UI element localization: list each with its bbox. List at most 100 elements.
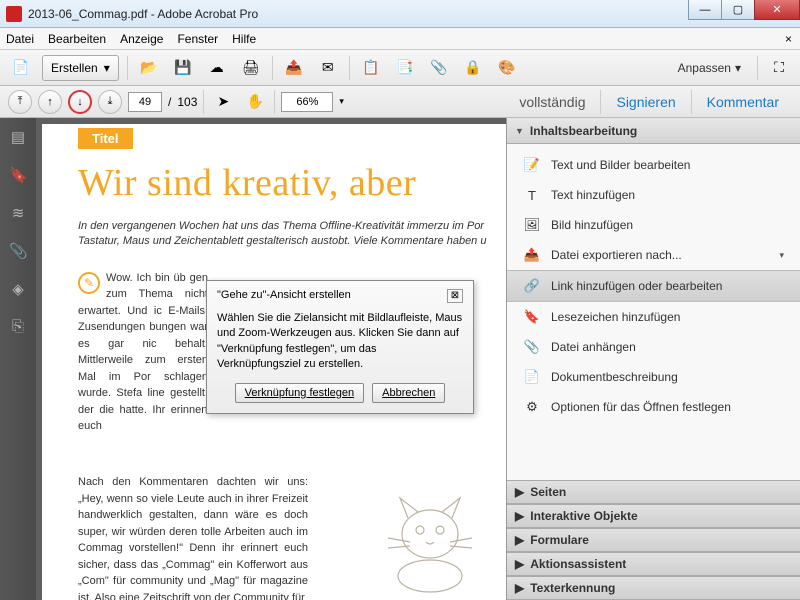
tool-label: Dokumentbeschreibung	[551, 370, 678, 384]
window-buttons: — ▢ ✕	[689, 0, 800, 20]
navigation-pane: ▤ 🔖 ≋ 📎 ◈ ⎘	[0, 118, 36, 600]
signatures-icon[interactable]: ◈	[9, 280, 27, 298]
minimize-button[interactable]: —	[688, 0, 722, 20]
tool-item-0[interactable]: 📝Text und Bilder bearbeiten	[507, 150, 800, 180]
next-page-button[interactable]: ↓	[68, 90, 92, 114]
menu-hilfe[interactable]: Hilfe	[232, 32, 256, 46]
tool-label: Text und Bilder bearbeiten	[551, 158, 690, 172]
panel-header-inhaltsbearbeitung[interactable]: ▼ Inhaltsbearbeitung	[507, 118, 800, 144]
form-icon[interactable]: 📑	[392, 55, 418, 81]
cloud-icon[interactable]: ☁	[204, 55, 230, 81]
menu-bearbeiten[interactable]: Bearbeiten	[48, 32, 106, 46]
expand-icon: ▶	[515, 581, 524, 595]
share-icon[interactable]: 📤	[281, 55, 307, 81]
create-label: Erstellen	[51, 61, 98, 75]
tool-icon: 📤	[523, 246, 541, 264]
tab-vollstaendig[interactable]: vollständig	[506, 90, 598, 114]
pdf-icon	[6, 6, 22, 22]
set-link-button[interactable]: Verknüpfung festlegen	[235, 383, 364, 403]
hand-tool-icon[interactable]: ✋	[242, 89, 268, 115]
attachments-icon[interactable]: 📎	[9, 242, 27, 260]
cancel-button[interactable]: Abbrechen	[372, 383, 445, 403]
body-column-2: Nach den Kommentaren dachten wir uns: „H…	[78, 474, 308, 600]
thumbnails-icon[interactable]: ▤	[9, 128, 27, 146]
window-title: 2013-06_Commag.pdf - Adobe Acrobat Pro	[28, 7, 258, 21]
goto-view-dialog: "Gehe zu"-Ansicht erstellen ⊠ Wählen Sie…	[206, 280, 474, 414]
zoom-input[interactable]	[281, 92, 333, 112]
collapse-icon: ▼	[515, 126, 524, 136]
protect-icon[interactable]: 🔒	[460, 55, 486, 81]
tool-item-2[interactable]: 🖼Bild hinzufügen	[507, 210, 800, 240]
dialog-title: "Gehe zu"-Ansicht erstellen	[217, 289, 351, 303]
last-page-button[interactable]: ⤓	[98, 90, 122, 114]
chevron-down-icon: ▾	[104, 61, 110, 75]
customize-button[interactable]: Anpassen ▾	[670, 61, 749, 75]
brush-icon: ✎	[78, 272, 100, 294]
document-close-icon[interactable]: ×	[785, 32, 792, 46]
tool-icon: 📎	[523, 338, 541, 356]
tool-label: Bild hinzufügen	[551, 218, 633, 232]
print-icon[interactable]: 🖨	[238, 55, 264, 81]
combine-icon[interactable]: 📎	[426, 55, 452, 81]
body-column-1: ✎ Wow. Ich bin üb gen zum Thema nicht er…	[78, 270, 208, 435]
toolbar-main: 📄 Erstellen ▾ 📂 💾 ☁ 🖨 📤 ✉ 📋 📑 📎 🔒 🎨 Anpa…	[0, 50, 800, 86]
first-page-button[interactable]: ⤒	[8, 90, 32, 114]
tool-item-7[interactable]: 📄 Dokumentbeschreibung	[507, 362, 800, 392]
section-header-1[interactable]: ▶Interaktive Objekte	[507, 504, 800, 528]
maximize-button[interactable]: ▢	[721, 0, 755, 20]
tool-item-6[interactable]: 📎 Datei anhängen	[507, 332, 800, 362]
tool-label: Text hinzufügen	[551, 188, 635, 202]
tool-item-3[interactable]: 📤Datei exportieren nach...▾	[507, 240, 800, 270]
tool-icon: 📄	[523, 368, 541, 386]
panel-body: 📝Text und Bilder bearbeiten T Text hinzufü…	[507, 144, 800, 480]
expand-icon: ▶	[515, 557, 524, 571]
tab-kommentar[interactable]: Kommentar	[694, 90, 792, 114]
tool-item-8[interactable]: ⚙ Optionen für das Öffnen festlegen	[507, 392, 800, 422]
select-tool-icon[interactable]: ➤	[210, 89, 236, 115]
page-separator: /	[168, 95, 171, 109]
page-headline: Wir sind kreativ, aber	[78, 161, 488, 205]
close-button[interactable]: ✕	[754, 0, 800, 20]
dialog-close-icon[interactable]: ⊠	[447, 289, 463, 303]
section-header-4[interactable]: ▶Texterkennung	[507, 576, 800, 600]
fullscreen-icon[interactable]: ⛶	[766, 55, 792, 81]
tool-label: Link hinzufügen oder bearbeiten	[551, 279, 722, 293]
tools-pane: ▼ Inhaltsbearbeitung 📝Text und Bilder be…	[506, 118, 800, 600]
create-pdf-icon[interactable]: 📄	[8, 55, 34, 81]
tool-item-4[interactable]: 🔗Link hinzufügen oder bearbeiten	[507, 270, 800, 302]
section-label: Titel	[78, 128, 133, 149]
section-header-2[interactable]: ▶Formulare	[507, 528, 800, 552]
tool-icon: T	[523, 186, 541, 204]
toolbar-navigation: ⤒ ↑ ↓ ⤓ / 103 ➤ ✋ ▾ vollständig Signiere…	[0, 86, 800, 118]
dialog-body: Wählen Sie die Zielansicht mit Bildlaufl…	[217, 311, 463, 373]
cat-sketch-image	[370, 484, 490, 594]
page-number-input[interactable]	[128, 92, 162, 112]
color-icon[interactable]: 🎨	[494, 55, 520, 81]
section-header-3[interactable]: ▶Aktionsassistent	[507, 552, 800, 576]
tool-item-5[interactable]: 🔖Lesezeichen hinzufügen	[507, 302, 800, 332]
create-button[interactable]: Erstellen ▾	[42, 55, 119, 81]
tool-icon: 🔖	[523, 308, 541, 326]
save-icon[interactable]: 💾	[170, 55, 196, 81]
menu-datei[interactable]: Datei	[6, 32, 34, 46]
tool-label: Datei anhängen	[551, 340, 636, 354]
menu-anzeige[interactable]: Anzeige	[120, 32, 163, 46]
tags-icon[interactable]: ⎘	[9, 318, 27, 336]
open-icon[interactable]: 📂	[136, 55, 162, 81]
expand-icon: ▶	[515, 509, 524, 523]
tool-item-1[interactable]: T Text hinzufügen	[507, 180, 800, 210]
page-total: 103	[177, 95, 197, 109]
layers-icon[interactable]: ≋	[9, 204, 27, 222]
menu-fenster[interactable]: Fenster	[177, 32, 218, 46]
expand-icon: ▶	[515, 533, 524, 547]
tool-icon: ⚙	[523, 398, 541, 416]
section-header-0[interactable]: ▶Seiten	[507, 480, 800, 504]
prev-page-button[interactable]: ↑	[38, 90, 62, 114]
mail-icon[interactable]: ✉	[315, 55, 341, 81]
export-icon[interactable]: 📋	[358, 55, 384, 81]
tool-label: Optionen für das Öffnen festlegen	[551, 400, 731, 414]
expand-icon: ▶	[515, 485, 524, 499]
chevron-down-icon[interactable]: ▾	[339, 96, 344, 107]
bookmarks-icon[interactable]: 🔖	[9, 166, 27, 184]
tab-signieren[interactable]: Signieren	[603, 90, 688, 114]
